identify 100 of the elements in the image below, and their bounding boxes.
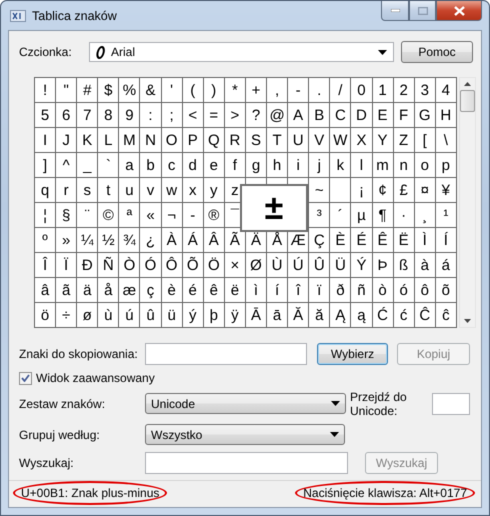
- group-by-dropdown[interactable]: Wszystko: [145, 424, 345, 445]
- copy-field[interactable]: [145, 343, 307, 365]
- character-cell[interactable]: d: [182, 153, 204, 178]
- character-cell[interactable]: Ë: [394, 228, 415, 253]
- character-cell[interactable]: ă: [309, 303, 330, 328]
- character-cell[interactable]: Õ: [182, 253, 204, 278]
- character-cell[interactable]: g: [246, 153, 268, 178]
- character-cell[interactable]: O: [162, 128, 183, 153]
- character-cell[interactable]: ¥: [436, 178, 457, 203]
- character-cell[interactable]: ¬: [162, 203, 183, 228]
- character-cell[interactable]: ć: [394, 303, 415, 328]
- character-cell[interactable]: M: [119, 128, 140, 153]
- character-cell[interactable]: N: [140, 128, 162, 153]
- character-cell[interactable]: 8: [98, 103, 120, 128]
- character-cell[interactable]: q: [35, 178, 56, 203]
- character-cell[interactable]: ·: [394, 203, 415, 228]
- character-cell[interactable]: Ø: [246, 253, 268, 278]
- character-cell[interactable]: ¶: [372, 203, 394, 228]
- character-cell[interactable]: ¨: [77, 203, 98, 228]
- character-cell[interactable]: e: [204, 153, 225, 178]
- character-cell[interactable]: ~: [309, 178, 330, 203]
- help-button[interactable]: Pomoc: [401, 41, 473, 63]
- character-cell[interactable]: 0: [351, 78, 372, 103]
- character-cell[interactable]: Ê: [372, 228, 394, 253]
- character-cell[interactable]: s: [77, 178, 98, 203]
- character-cell[interactable]: ï: [309, 278, 330, 303]
- character-cell[interactable]: Ù: [267, 253, 288, 278]
- character-cell[interactable]: Ú: [288, 253, 310, 278]
- character-cell[interactable]: +: [246, 78, 268, 103]
- character-cell[interactable]: ü: [162, 303, 183, 328]
- character-cell[interactable]: 9: [119, 103, 140, 128]
- character-cell[interactable]: Ĉ: [414, 303, 436, 328]
- character-cell[interactable]: W: [330, 128, 352, 153]
- character-cell[interactable]: Ö: [204, 253, 225, 278]
- character-cell[interactable]: Ć: [372, 303, 394, 328]
- character-cell[interactable]: Í: [436, 228, 457, 253]
- character-cell[interactable]: ĉ: [436, 303, 457, 328]
- character-cell[interactable]: >: [224, 103, 246, 128]
- character-cell[interactable]: a: [119, 153, 140, 178]
- character-cell[interactable]: Ñ: [98, 253, 120, 278]
- character-cell[interactable]: 5: [35, 103, 56, 128]
- character-cell[interactable]: Á: [182, 228, 204, 253]
- character-cell[interactable]: ¹: [436, 203, 457, 228]
- character-cell[interactable]: B: [309, 103, 330, 128]
- character-cell[interactable]: Î: [35, 253, 56, 278]
- select-button[interactable]: Wybierz: [317, 343, 388, 365]
- character-cell[interactable]: V: [309, 128, 330, 153]
- character-cell[interactable]: D: [351, 103, 372, 128]
- character-cell[interactable]: Ò: [119, 253, 140, 278]
- character-cell[interactable]: @: [267, 103, 288, 128]
- character-cell[interactable]: ©: [98, 203, 120, 228]
- minimize-button[interactable]: [381, 1, 409, 21]
- character-cell[interactable]: n: [394, 153, 415, 178]
- character-cell[interactable]: á: [436, 253, 457, 278]
- character-cell[interactable]: Ï: [56, 253, 78, 278]
- character-cell[interactable]: Ā: [246, 303, 268, 328]
- search-field[interactable]: [145, 452, 348, 474]
- character-cell[interactable]: j: [309, 153, 330, 178]
- character-cell[interactable]: í: [267, 278, 288, 303]
- character-cell[interactable]: -: [182, 203, 204, 228]
- character-cell[interactable]: *: [224, 78, 246, 103]
- maximize-button[interactable]: [409, 1, 436, 21]
- character-cell[interactable]: ¢: [372, 178, 394, 203]
- character-cell[interactable]: x: [182, 178, 204, 203]
- character-cell[interactable]: À: [162, 228, 183, 253]
- character-cell[interactable]: ¡: [351, 178, 372, 203]
- character-cell[interactable]: l: [351, 153, 372, 178]
- character-cell[interactable]: L: [98, 128, 120, 153]
- character-cell[interactable]: %: [119, 78, 140, 103]
- character-cell[interactable]: ): [204, 78, 225, 103]
- character-cell[interactable]: §: [56, 203, 78, 228]
- character-cell[interactable]: #: [77, 78, 98, 103]
- character-cell[interactable]: ®: [204, 203, 225, 228]
- character-cell[interactable]: ¼: [77, 228, 98, 253]
- character-cell[interactable]: =: [204, 103, 225, 128]
- character-cell[interactable]: 3: [414, 78, 436, 103]
- character-cell[interactable]: ³: [309, 203, 330, 228]
- character-cell[interactable]: t: [98, 178, 120, 203]
- character-cell[interactable]: Ó: [140, 253, 162, 278]
- character-cell[interactable]: ?: [246, 103, 268, 128]
- character-cell[interactable]: þ: [204, 303, 225, 328]
- character-cell[interactable]: »: [56, 228, 78, 253]
- character-cell[interactable]: Y: [372, 128, 394, 153]
- scrollbar[interactable]: [458, 77, 476, 328]
- character-cell[interactable]: Ą: [330, 303, 352, 328]
- close-button[interactable]: [436, 1, 482, 21]
- character-cell[interactable]: y: [204, 178, 225, 203]
- character-cell[interactable]: Ç: [309, 228, 330, 253]
- character-cell[interactable]: K: [77, 128, 98, 153]
- character-cell[interactable]: º: [35, 228, 56, 253]
- character-cell[interactable]: â: [35, 278, 56, 303]
- character-cell[interactable]: Ð: [77, 253, 98, 278]
- character-cell[interactable]: k: [330, 153, 352, 178]
- character-cell[interactable]: ā: [267, 303, 288, 328]
- character-cell[interactable]: ù: [98, 303, 120, 328]
- character-cell[interactable]: ý: [182, 303, 204, 328]
- character-cell[interactable]: 4: [436, 78, 457, 103]
- character-cell[interactable]: m: [372, 153, 394, 178]
- character-cell[interactable]: û: [140, 303, 162, 328]
- charset-dropdown[interactable]: Unicode: [145, 393, 346, 414]
